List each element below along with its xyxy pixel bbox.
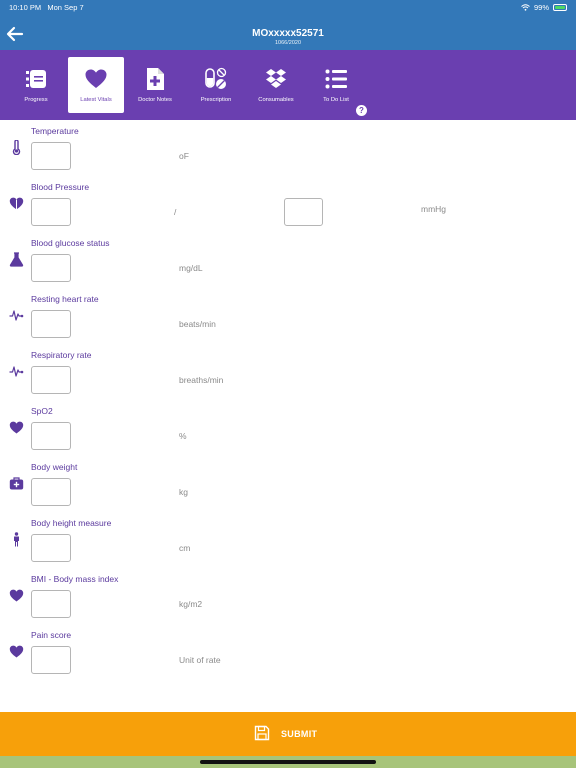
respiratory-rate-input[interactable] <box>31 366 71 394</box>
vital-label: Respiratory rate <box>31 350 92 360</box>
vital-unit: % <box>179 431 187 441</box>
bp-separator: / <box>174 207 177 217</box>
vital-unit: oF <box>179 151 189 161</box>
vital-row-blood-glucose: Blood glucose status mg/dL <box>0 232 576 288</box>
heart-icon <box>85 69 107 88</box>
tab-label: Consumables <box>258 97 294 103</box>
help-icon[interactable]: ? <box>356 105 367 116</box>
patient-id-title: MOxxxxx52571 <box>252 28 324 39</box>
patient-id-subtitle: 1066/2020 <box>275 40 301 46</box>
medkit-icon <box>9 477 24 490</box>
spo2-input[interactable] <box>31 422 71 450</box>
vital-label: Resting heart rate <box>31 294 99 304</box>
nav-bar: MOxxxxx52571 1066/2020 <box>0 16 576 50</box>
tab-consumables[interactable]: Consumables <box>248 57 304 113</box>
submit-button[interactable]: SUBMIT <box>250 724 330 744</box>
tab-label: Prescription <box>200 97 232 103</box>
tab-label: Latest Vitals <box>80 97 112 103</box>
todo-list-icon <box>325 69 347 89</box>
doctor-notes-icon <box>147 68 164 90</box>
dropbox-icon <box>266 69 286 88</box>
tab-label: Progress <box>24 97 48 103</box>
vital-row-spo2: SpO2 % <box>0 400 576 456</box>
status-time-date: 10:10 PM Mon Sep 7 <box>9 3 84 12</box>
vital-unit: beats/min <box>179 319 216 329</box>
thermometer-icon <box>12 140 21 155</box>
tab-label: To Do List <box>323 97 349 103</box>
tab-latest-vitals[interactable]: Latest Vitals <box>68 57 124 113</box>
save-icon <box>254 725 270 741</box>
vital-row-body-weight: Body weight kg <box>0 456 576 512</box>
vital-unit: mmHg <box>421 204 447 214</box>
vital-label: Body height measure <box>31 518 112 528</box>
heartbeat-icon <box>9 366 24 377</box>
vital-unit: Unit of rate <box>179 655 221 665</box>
vital-unit: mg/dL <box>179 263 203 273</box>
heart-icon <box>9 589 24 602</box>
vital-label: Pain score <box>31 630 72 640</box>
battery-percent: 99% <box>533 3 549 12</box>
flask-icon <box>9 252 24 267</box>
status-right: 99% <box>521 3 567 12</box>
vital-unit: kg <box>179 487 188 497</box>
vital-label: Temperature <box>31 126 79 136</box>
heart-icon <box>9 421 24 434</box>
progress-list-icon <box>26 70 46 88</box>
vital-unit: kg/m2 <box>179 599 203 609</box>
pills-icon <box>205 67 227 89</box>
battery-icon <box>553 4 567 11</box>
vital-unit: breaths/min <box>179 375 224 385</box>
systolic-input[interactable] <box>31 198 71 226</box>
vital-label: BMI - Body mass index <box>31 574 119 584</box>
tab-bar: Progress Latest Vitals Doctor Notes Pres… <box>0 50 576 120</box>
home-indicator[interactable] <box>200 760 376 764</box>
heartbeat-icon <box>9 310 24 321</box>
vital-row-body-height: Body height measure cm <box>0 512 576 568</box>
blood-glucose-input[interactable] <box>31 254 71 282</box>
vital-row-pain-score: Pain score Unit of rate <box>0 624 576 680</box>
vital-row-respiratory-rate: Respiratory rate breaths/min <box>0 344 576 400</box>
vital-label: Blood Pressure <box>31 182 90 192</box>
tab-doctor-notes[interactable]: Doctor Notes <box>127 57 183 113</box>
body-weight-input[interactable] <box>31 478 71 506</box>
status-bar: 10:10 PM Mon Sep 7 99% <box>0 0 576 16</box>
vital-label: SpO2 <box>31 406 53 416</box>
pain-score-input[interactable] <box>31 646 71 674</box>
bmi-input[interactable] <box>31 590 71 618</box>
tab-to-do-list[interactable]: To Do List <box>308 57 364 113</box>
tab-progress[interactable]: Progress <box>8 57 64 113</box>
vital-label: Blood glucose status <box>31 238 110 248</box>
body-height-input[interactable] <box>31 534 71 562</box>
wifi-icon <box>521 4 530 11</box>
vital-row-temperature: Temperature oF <box>0 120 576 176</box>
tab-prescription[interactable]: Prescription <box>188 57 244 113</box>
resting-heart-rate-input[interactable] <box>31 310 71 338</box>
vital-unit: cm <box>179 543 191 553</box>
tab-label: Doctor Notes <box>138 97 172 103</box>
heart-icon <box>9 645 24 658</box>
person-icon <box>14 532 19 547</box>
vital-row-resting-heart-rate: Resting heart rate beats/min <box>0 288 576 344</box>
submit-bar: SUBMIT <box>0 712 576 756</box>
temperature-input[interactable] <box>31 142 71 170</box>
heart-shield-icon <box>9 197 24 210</box>
diastolic-input[interactable] <box>284 198 323 226</box>
vital-label: Body weight <box>31 462 78 472</box>
vital-row-blood-pressure: Blood Pressure / mmHg <box>0 176 576 232</box>
submit-label: SUBMIT <box>281 729 318 739</box>
vital-row-bmi: BMI - Body mass index kg/m2 <box>0 568 576 624</box>
